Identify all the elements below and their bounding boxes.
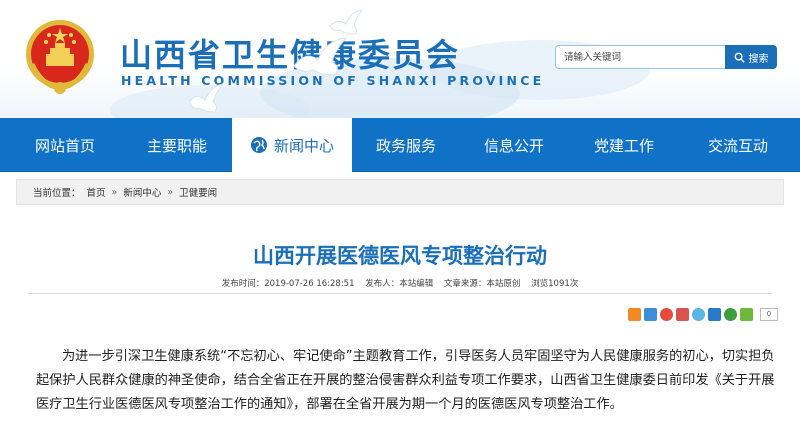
search-button-label: 搜索 bbox=[748, 53, 769, 65]
site-header: 山西省卫生健康委员会 HEALTH COMMISSION OF SHANXI P… bbox=[0, 0, 800, 118]
article-source: 文章来源：本站原创 bbox=[443, 279, 521, 289]
article-publisher: 发布人：本站编辑 bbox=[365, 279, 434, 289]
article-title: 山西开展医德医风专项整治行动 bbox=[253, 244, 547, 268]
share-people-icon[interactable] bbox=[708, 307, 721, 321]
main-nav: 网站首页 主要职能 新闻中心 政务服务 信息公开 党建工作 交流互动 bbox=[0, 118, 800, 172]
breadcrumb: 当前位置： 首页 » 新闻中心 » 卫健要闻 bbox=[16, 179, 784, 205]
share-more-icon[interactable] bbox=[628, 307, 641, 321]
globe-icon bbox=[250, 137, 267, 153]
share-wechat-icon[interactable] bbox=[724, 307, 737, 321]
dove-icon bbox=[329, 9, 364, 35]
nav-item-home[interactable]: 网站首页 bbox=[8, 118, 122, 172]
breadcrumb-current-link[interactable]: 卫健要闻 bbox=[179, 185, 217, 199]
nav-item-services[interactable]: 政务服务 bbox=[352, 118, 460, 172]
breadcrumb-separator: » bbox=[167, 186, 174, 198]
search-icon bbox=[734, 52, 745, 63]
nav-item-interaction[interactable]: 交流互动 bbox=[680, 118, 796, 172]
nav-item-label: 网站首页 bbox=[34, 136, 95, 155]
breadcrumb-separator: » bbox=[111, 186, 118, 198]
share-toolbar: 0 bbox=[628, 307, 778, 321]
nav-item-label: 信息公开 bbox=[483, 136, 544, 155]
share-renren-icon[interactable] bbox=[676, 307, 689, 321]
nav-item-party[interactable]: 党建工作 bbox=[568, 118, 680, 172]
share-count: 0 bbox=[760, 307, 778, 321]
dove-icon bbox=[293, 37, 348, 75]
breadcrumb-home-link[interactable]: 首页 bbox=[87, 185, 106, 199]
article-paragraph: 为进一步引深卫生健康系统“不忘初心、牢记使命”主题教育工作，引导医务人员牢固坚守… bbox=[36, 349, 775, 412]
nav-item-news[interactable]: 新闻中心 bbox=[232, 118, 352, 172]
share-douban-icon[interactable] bbox=[740, 307, 753, 321]
search-input[interactable] bbox=[555, 45, 725, 69]
share-qzone-icon[interactable] bbox=[644, 307, 657, 321]
search-button[interactable]: 搜索 bbox=[725, 45, 777, 69]
article-views: 浏览1091次 bbox=[531, 279, 579, 289]
share-weibo-icon[interactable] bbox=[660, 307, 673, 321]
nav-item-label: 党建工作 bbox=[593, 136, 654, 155]
nav-item-functions[interactable]: 主要职能 bbox=[122, 118, 232, 172]
nav-item-disclosure[interactable]: 信息公开 bbox=[460, 118, 568, 172]
nav-item-label: 新闻中心 bbox=[273, 136, 334, 155]
breadcrumb-news-link[interactable]: 新闻中心 bbox=[123, 185, 161, 199]
breadcrumb-prefix: 当前位置： bbox=[33, 188, 81, 199]
national-emblem-icon bbox=[26, 20, 94, 94]
site-title: 山西省卫生健康委员会 bbox=[120, 36, 461, 74]
article-divider bbox=[28, 293, 772, 294]
nav-item-label: 交流互动 bbox=[707, 136, 768, 155]
dove-icon bbox=[188, 83, 225, 113]
article-published: 发布时间：2019-07-26 16:28:51 bbox=[221, 279, 355, 289]
article-meta: 发布时间：2019-07-26 16:28:51 发布人：本站编辑 文章来源：本… bbox=[0, 277, 800, 289]
nav-item-label: 主要职能 bbox=[146, 136, 207, 155]
search-bar: 搜索 bbox=[555, 45, 777, 69]
nav-item-label: 政务服务 bbox=[375, 136, 436, 155]
share-tencent-icon[interactable] bbox=[692, 307, 705, 321]
article-body: 为进一步引深卫生健康系统“不忘初心、牢记使命”主题教育工作，引导医务人员牢固坚守… bbox=[36, 345, 776, 417]
